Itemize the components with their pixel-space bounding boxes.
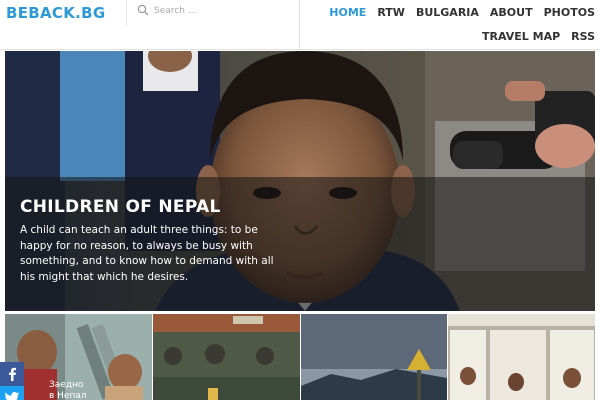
nav-item-bulgaria[interactable]: BULGARIA [416, 6, 479, 19]
site-header: BEBACK.BG HOME RTW BULGARIA ABOUT PHOTOS… [0, 0, 600, 50]
thumb-caption-1: Заедно в Непал [49, 380, 87, 400]
hero-excerpt: A child can teach an adult three things:… [20, 224, 274, 283]
thumb-post-3[interactable] [301, 314, 447, 400]
thumb-caption-line-2: в Непал [49, 391, 87, 400]
twitter-share-button[interactable] [0, 386, 24, 400]
search-box [130, 0, 300, 50]
facebook-icon [9, 367, 16, 381]
thumb-post-4[interactable] [448, 314, 595, 400]
thumb-post-2[interactable] [153, 314, 300, 400]
thumb-image-mountain [301, 314, 447, 400]
nav-row-1: HOME RTW BULGARIA ABOUT PHOTOS [318, 6, 595, 19]
post-thumbnails [5, 314, 595, 400]
header-divider [126, 0, 127, 26]
nav-item-about[interactable]: ABOUT [490, 6, 533, 19]
search-icon[interactable] [137, 4, 149, 16]
nav-row-2: TRAVEL MAP RSS [471, 30, 595, 43]
facebook-share-button[interactable] [0, 362, 24, 386]
nav-item-rtw[interactable]: RTW [377, 6, 405, 19]
thumb-caption-line-1: Заедно [49, 380, 84, 390]
twitter-icon [5, 392, 19, 400]
nav-item-photos[interactable]: PHOTOS [544, 6, 595, 19]
hero-slide[interactable]: CHILDREN OF NEPAL A child can teach an a… [5, 51, 595, 311]
social-share-bar [0, 362, 24, 400]
nav-item-home[interactable]: HOME [329, 6, 366, 19]
site-logo[interactable]: BEBACK.BG [6, 4, 106, 22]
thumb-image-photo-wall [448, 314, 595, 400]
nav-item-rss[interactable]: RSS [571, 30, 595, 43]
hero-title[interactable]: CHILDREN OF NEPAL [20, 197, 221, 217]
search-input[interactable] [154, 3, 294, 19]
nav-item-travel-map[interactable]: TRAVEL MAP [482, 30, 560, 43]
thumb-image-temple [153, 314, 300, 400]
